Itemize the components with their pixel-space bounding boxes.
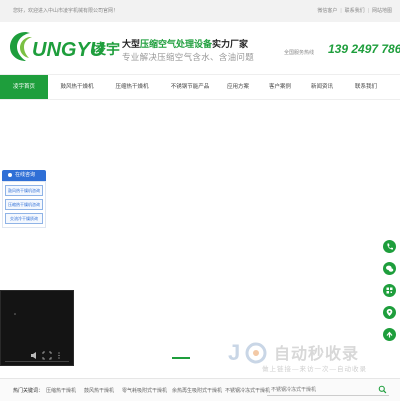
carousel-indicator[interactable] bbox=[172, 357, 190, 359]
phone-icon[interactable] bbox=[383, 240, 396, 253]
company-logo[interactable]: UNGYU 凌宇 bbox=[8, 29, 120, 63]
keyword-link[interactable]: 鼓风热干燥机 bbox=[84, 387, 114, 394]
top-link-sitemap[interactable]: 网站地图 bbox=[372, 8, 392, 14]
slogan-main: 大型压缩空气处理设备实力厂家 bbox=[122, 39, 249, 49]
online-consult-panel: 在线咨询 鼓风热干燥机咨询 压缩热干燥机咨询 交流冷干燥质询 bbox=[2, 170, 46, 228]
hotline-number: 139 2497 7862 bbox=[328, 42, 400, 56]
keyword-link[interactable]: 不锈钢冷冻式干燥机 bbox=[225, 387, 270, 394]
welcome-text: 您好，欢迎进入中山市凌宇机械有限公司官网！ bbox=[13, 8, 119, 14]
nav-compression-dryer[interactable]: 压缩热干燥机 bbox=[106, 75, 158, 99]
wechat-icon[interactable] bbox=[383, 262, 396, 275]
qrcode-icon[interactable] bbox=[383, 284, 396, 297]
more-options-icon[interactable] bbox=[58, 352, 60, 359]
search-box bbox=[267, 384, 389, 396]
right-float-toolbar bbox=[383, 240, 397, 350]
nav-news[interactable]: 新闻资讯 bbox=[304, 75, 340, 99]
svg-text:J: J bbox=[228, 340, 240, 365]
video-player[interactable] bbox=[0, 290, 74, 366]
watermark-title: 自动秒收录 bbox=[274, 346, 360, 363]
volume-icon[interactable] bbox=[31, 352, 36, 359]
consult-button-refrigerated[interactable]: 交流冷干燥质询 bbox=[5, 213, 43, 224]
keyword-bar: 热门关键词： 压缩热干燥机 鼓风热干燥机 零气耗吸附式干燥机 余热再生吸附式干燥… bbox=[0, 378, 400, 401]
keyword-link[interactable]: 零气耗吸附式干燥机 bbox=[122, 387, 167, 394]
search-icon[interactable] bbox=[378, 385, 387, 394]
online-consult-header[interactable]: 在线咨询 bbox=[2, 170, 46, 181]
nav-solutions[interactable]: 应用方案 bbox=[220, 75, 256, 99]
keyword-link[interactable]: 余热再生吸附式干燥机 bbox=[172, 387, 222, 394]
top-arrow-icon[interactable] bbox=[383, 328, 396, 341]
location-icon[interactable] bbox=[383, 306, 396, 319]
slogan-sub: 专业解决压缩空气含水、含油问题 bbox=[122, 52, 255, 62]
header: UNGYU 凌宇 大型压缩空气处理设备实力厂家 专业解决压缩空气含水、含油问题 … bbox=[0, 22, 400, 74]
main-nav: 凌宇首页 鼓风热干燥机 压缩热干燥机 不锈钢节能产品 应用方案 客户案例 新闻资… bbox=[0, 74, 400, 100]
nav-stainless-products[interactable]: 不锈钢节能产品 bbox=[162, 75, 218, 99]
keyword-label: 热门关键词： bbox=[13, 388, 44, 394]
top-links: 微信客户 | 联系我们 | 网站地图 bbox=[317, 8, 392, 14]
fullscreen-icon[interactable] bbox=[42, 351, 52, 360]
consult-button-blower[interactable]: 鼓风热干燥机咨询 bbox=[5, 185, 43, 196]
video-progress-bar[interactable] bbox=[5, 361, 69, 362]
top-link-contact[interactable]: 联系我们 bbox=[345, 8, 365, 14]
top-link-wechat[interactable]: 微信客户 bbox=[317, 8, 337, 14]
keyword-link[interactable]: 压缩热干燥机 bbox=[46, 387, 76, 394]
top-bar: 您好，欢迎进入中山市凌宇机械有限公司官网！ 微信客户 | 联系我们 | 网站地图 bbox=[0, 0, 400, 23]
watermark-subtitle: 做上链接—来访一次—自动收录 bbox=[262, 366, 367, 373]
nav-blower-dryer[interactable]: 鼓风热干燥机 bbox=[52, 75, 102, 99]
watermark: J 自动秒收录 做上链接—来访一次—自动收录 bbox=[226, 338, 396, 374]
chat-icon bbox=[8, 172, 12, 177]
nav-cases[interactable]: 客户案例 bbox=[262, 75, 298, 99]
hotline-label: 全国服务热线 bbox=[284, 50, 315, 56]
nav-contact[interactable]: 联系我们 bbox=[348, 75, 384, 99]
logo-cn: 凌宇 bbox=[92, 41, 120, 58]
consult-button-compression[interactable]: 压缩热干燥机咨询 bbox=[5, 199, 43, 210]
search-input[interactable] bbox=[271, 385, 371, 394]
nav-home[interactable]: 凌宇首页 bbox=[0, 75, 48, 99]
